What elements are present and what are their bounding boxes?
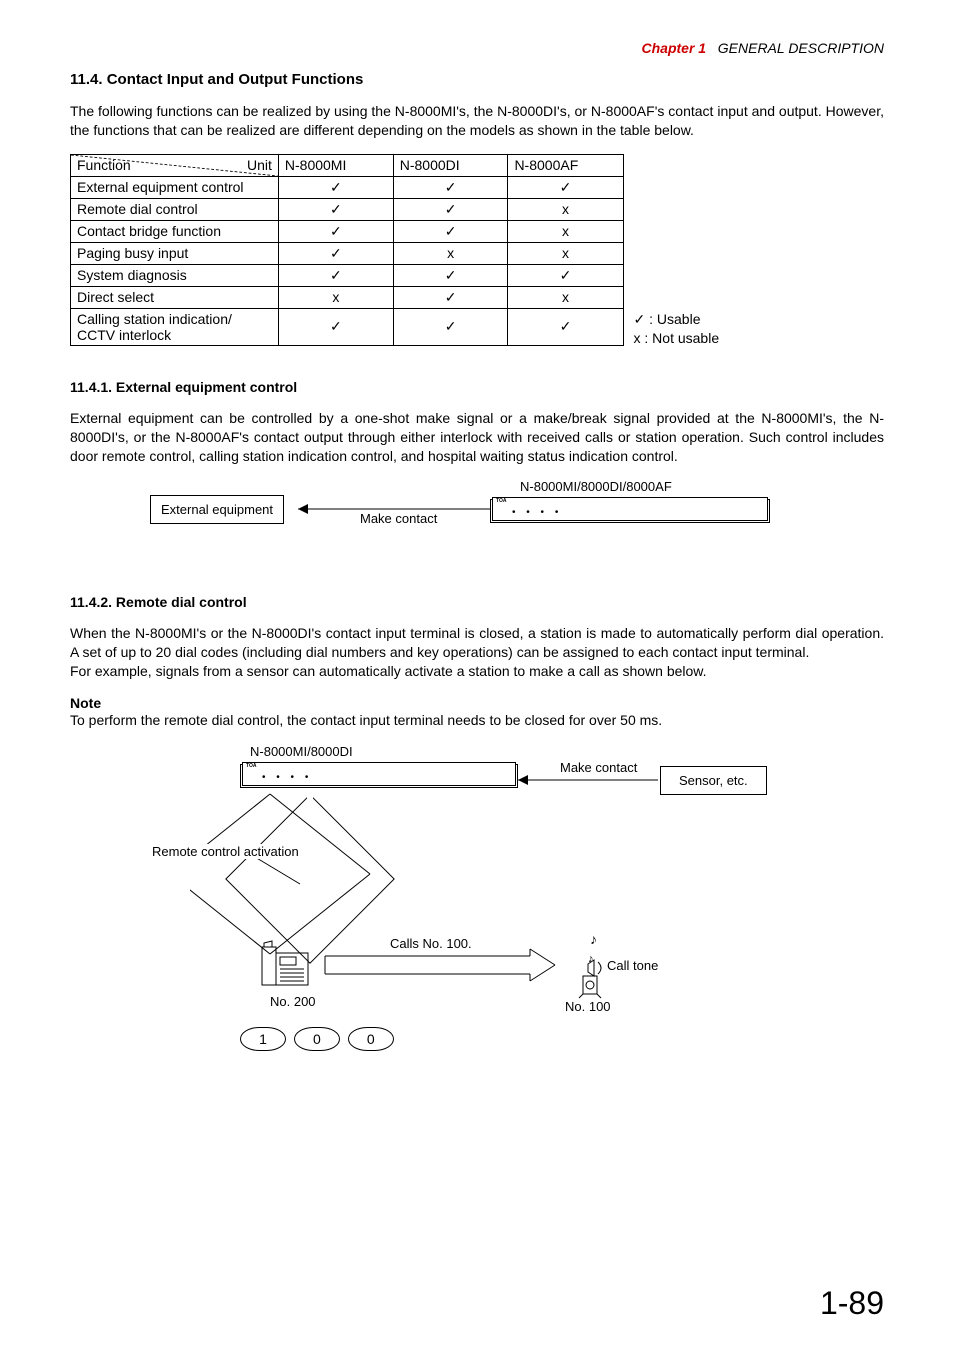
- table-cell: ✓: [508, 308, 623, 345]
- table-cell: ✓: [393, 176, 508, 198]
- ext-equipment-diagram: External equipment Make contact N-8000MI…: [150, 479, 884, 539]
- sensor-box: Sensor, etc.: [660, 766, 767, 795]
- subsection-2-text2: For example, signals from a sensor can a…: [70, 662, 884, 681]
- unit-dots-icon: • • • •: [512, 507, 562, 518]
- table-row: System diagnosis ✓ ✓ ✓: [71, 264, 624, 286]
- unit-label-2: N-8000MI/8000DI: [250, 744, 353, 759]
- table-row-name: External equipment control: [71, 176, 279, 198]
- remote-dial-diagram: ♪ ♪ N-8000MI/8000DI TOA • • • • Make con…: [190, 744, 884, 1074]
- unit-label-1: N-8000MI/8000DI/8000AF: [520, 479, 672, 494]
- table-cell: ✓: [278, 308, 393, 345]
- page-number: 1-89: [820, 1285, 884, 1322]
- dial-keys: 1 0 0: [240, 1027, 398, 1051]
- unit-dots-icon: • • • •: [262, 772, 312, 783]
- table-row: Calling station indication/ CCTV interlo…: [71, 308, 624, 345]
- make-contact-label: Make contact: [360, 511, 437, 526]
- table-cell: ✓: [393, 220, 508, 242]
- table-cell: x: [508, 198, 623, 220]
- table-row-name: Remote dial control: [71, 198, 279, 220]
- table-cell: ✓: [278, 176, 393, 198]
- remote-activation-label: Remote control activation: [150, 844, 301, 859]
- table-row-name: System diagnosis: [71, 264, 279, 286]
- table-cell: x: [278, 286, 393, 308]
- calls-no-label: Calls No. 100.: [390, 936, 472, 951]
- make-contact-label-2: Make contact: [560, 760, 637, 775]
- doc-header: Chapter 1 GENERAL DESCRIPTION: [70, 40, 884, 56]
- table-cell: ✓: [278, 198, 393, 220]
- table-cell: ✓: [393, 308, 508, 345]
- no200-label: No. 200: [270, 994, 316, 1009]
- legend-usable: ✓ : Usable: [634, 310, 720, 328]
- table-col-0: N-8000MI: [278, 154, 393, 176]
- svg-text:♪: ♪: [590, 931, 597, 947]
- subsection-2-title: 11.4.2. Remote dial control: [70, 594, 884, 610]
- chapter-title: GENERAL DESCRIPTION: [718, 40, 884, 56]
- subsection-1-text: External equipment can be controlled by …: [70, 409, 884, 466]
- table-cell: ✓: [393, 198, 508, 220]
- call-tone-label: Call tone: [607, 958, 658, 973]
- table-row: Contact bridge function ✓ ✓ x: [71, 220, 624, 242]
- table-row: Direct select x ✓ x: [71, 286, 624, 308]
- subsection-1-title: 11.4.1. External equipment control: [70, 379, 884, 395]
- table-cell: x: [393, 242, 508, 264]
- table-corner-cell: Function Unit: [71, 154, 279, 176]
- table-cell: ✓: [393, 264, 508, 286]
- subsection-2-text1: When the N-8000MI's or the N-8000DI's co…: [70, 624, 884, 662]
- toa-icon: TOA: [246, 763, 256, 769]
- section-title: 11.4. Contact Input and Output Functions: [70, 71, 884, 88]
- function-table: Function Unit N-8000MI N-8000DI N-8000AF…: [70, 154, 624, 346]
- table-row: External equipment control ✓ ✓ ✓: [71, 176, 624, 198]
- toa-icon: TOA: [496, 498, 506, 504]
- table-cell: ✓: [508, 176, 623, 198]
- note-text: To perform the remote dial control, the …: [70, 711, 884, 730]
- table-col-2: N-8000AF: [508, 154, 623, 176]
- table-cell: ✓: [278, 242, 393, 264]
- table-cell: ✓: [278, 264, 393, 286]
- table-row-name: Calling station indication/ CCTV interlo…: [71, 308, 279, 345]
- table-corner-function: Function: [77, 157, 131, 173]
- legend-not-usable: x : Not usable: [634, 329, 720, 347]
- table-cell: ✓: [393, 286, 508, 308]
- chapter-label: Chapter 1: [642, 40, 707, 56]
- dial-key: 0: [294, 1027, 340, 1051]
- ext-equipment-box: External equipment: [150, 495, 284, 524]
- table-row: Remote dial control ✓ ✓ x: [71, 198, 624, 220]
- table-row-name: Paging busy input: [71, 242, 279, 264]
- section-intro: The following functions can be realized …: [70, 102, 884, 140]
- table-row-name: Contact bridge function: [71, 220, 279, 242]
- table-cell: x: [508, 242, 623, 264]
- table-cell: x: [508, 220, 623, 242]
- dial-key: 0: [348, 1027, 394, 1051]
- table-row-name: Direct select: [71, 286, 279, 308]
- table-cell: ✓: [508, 264, 623, 286]
- table-cell: ✓: [278, 220, 393, 242]
- no100-label: No. 100: [565, 999, 611, 1014]
- dial-key: 1: [240, 1027, 286, 1051]
- table-col-1: N-8000DI: [393, 154, 508, 176]
- table-corner-unit: Unit: [247, 157, 272, 173]
- table-row: Paging busy input ✓ x x: [71, 242, 624, 264]
- table-cell: x: [508, 286, 623, 308]
- note-title: Note: [70, 695, 884, 711]
- table-legend: ✓ : Usable x : Not usable: [634, 310, 720, 346]
- phone-icon: [260, 939, 315, 992]
